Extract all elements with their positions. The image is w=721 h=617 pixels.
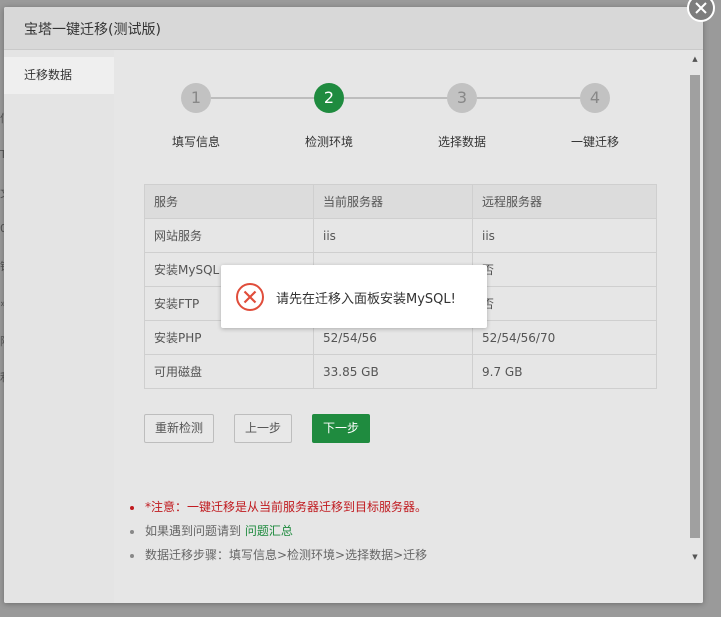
notes-list: *注意：一键迁移是从当前服务器迁移到目标服务器。 如果遇到问题请到 问题汇总 数… [130, 498, 427, 570]
faq-link[interactable]: 问题汇总 [245, 524, 293, 538]
prev-step-button[interactable]: 上一步 [234, 414, 292, 443]
step-1-circle: 1 [181, 83, 211, 113]
step-2-circle: 2 [314, 83, 344, 113]
error-toast: 请先在迁移入面板安装MySQL! [221, 265, 487, 328]
toast-message: 请先在迁移入面板安装MySQL! [276, 292, 456, 307]
scrollbar-thumb[interactable] [690, 75, 700, 538]
table-cell: 网站服务 [144, 218, 314, 253]
step-1-label: 填写信息 [171, 135, 220, 149]
table-cell: 33.85 GB [313, 354, 473, 389]
table-cell: 可用磁盘 [144, 354, 314, 389]
help-note-text: 如果遇到问题请到 [145, 524, 242, 538]
step-connector [211, 97, 315, 99]
table-row: 网站服务 iis iis [144, 218, 657, 253]
table-cell: 52/54/56/70 [472, 320, 657, 355]
scroll-up-arrow-icon[interactable]: ▲ [690, 54, 700, 64]
dialog-title: 宝塔一键迁移(测试版) [24, 22, 161, 38]
step-3-circle: 3 [447, 83, 477, 113]
table-cell: 否 [472, 286, 657, 321]
column-header: 远程服务器 [472, 184, 657, 219]
table-header-row: 服务 当前服务器 远程服务器 [144, 184, 657, 219]
table-cell: 否 [472, 252, 657, 287]
recheck-button[interactable]: 重新检测 [144, 414, 214, 443]
sidebar-item-migrate-data[interactable]: 迁移数据 [4, 57, 114, 94]
close-button[interactable] [687, 0, 715, 22]
table-row: 可用磁盘 33.85 GB 9.7 GB [144, 354, 657, 389]
table-cell: 9.7 GB [472, 354, 657, 389]
list-item: *注意：一键迁移是从当前服务器迁移到目标服务器。 [130, 498, 427, 522]
column-header: 当前服务器 [313, 184, 473, 219]
column-header: 服务 [144, 184, 314, 219]
table-cell: iis [472, 218, 657, 253]
close-icon [695, 2, 707, 14]
step-connector [344, 97, 448, 99]
table-cell: iis [313, 218, 473, 253]
step-connector [477, 97, 581, 99]
bullet-icon [130, 554, 134, 558]
list-item: 如果遇到问题请到 问题汇总 [130, 522, 427, 546]
list-item: 数据迁移步骤：填写信息>检测环境>选择数据>迁移 [130, 546, 427, 570]
scroll-down-arrow-icon[interactable]: ▼ [690, 552, 700, 562]
procedure-note: 数据迁移步骤：填写信息>检测环境>选择数据>迁移 [145, 548, 428, 562]
step-4-label: 一键迁移 [570, 135, 619, 149]
bullet-icon [130, 530, 134, 534]
warning-note: *注意：一键迁移是从当前服务器迁移到目标服务器。 [145, 500, 428, 514]
error-circle-icon [236, 283, 264, 311]
step-4-circle: 4 [580, 83, 610, 113]
sidebar: 迁移数据 [4, 50, 114, 603]
step-2-label: 检测环境 [304, 135, 353, 149]
step-3-label: 选择数据 [437, 135, 486, 149]
bullet-icon [130, 506, 134, 510]
next-step-button[interactable]: 下一步 [312, 414, 370, 443]
dialog-header: 宝塔一键迁移(测试版) [4, 7, 703, 50]
